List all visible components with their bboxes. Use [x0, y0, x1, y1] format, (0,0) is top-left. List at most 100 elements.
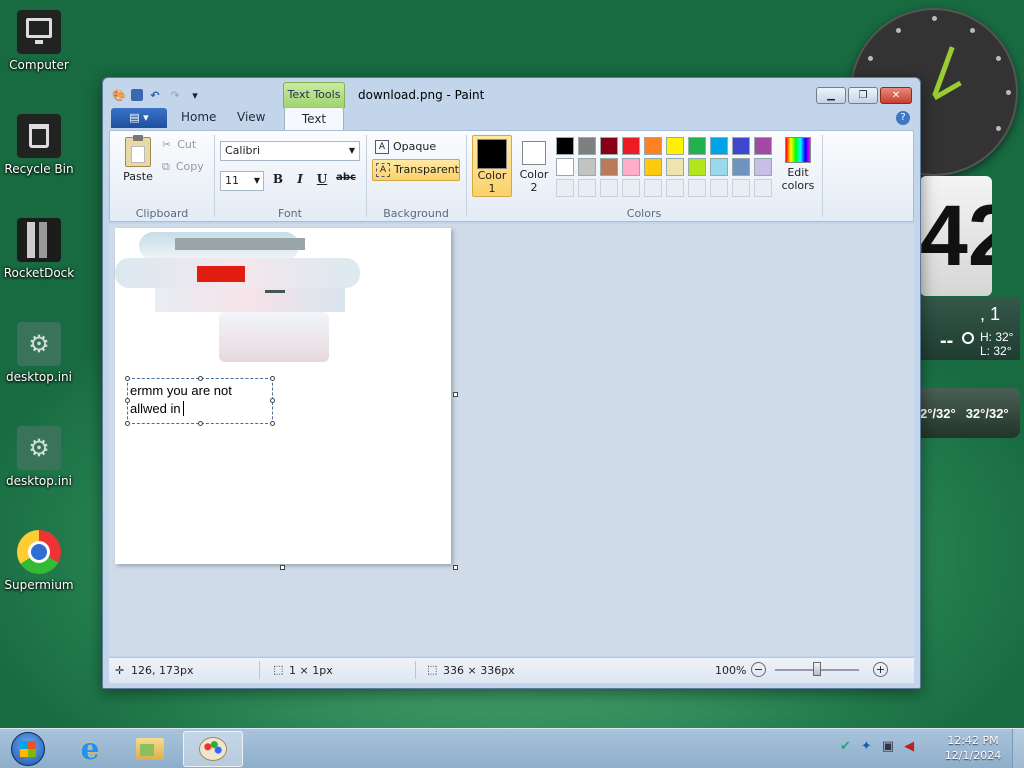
redo-icon[interactable]: ↷: [167, 87, 183, 103]
color-swatch[interactable]: [600, 137, 618, 155]
taskbar-internet-explorer[interactable]: e: [62, 731, 118, 767]
save-icon[interactable]: [131, 89, 143, 101]
custom-color-slot[interactable]: [710, 179, 728, 197]
font-size-dropdown[interactable]: 11 ▼: [220, 171, 264, 191]
undo-icon[interactable]: ↶: [147, 87, 163, 103]
edit-colors-button[interactable]: Edit colors: [778, 137, 818, 192]
paint-window[interactable]: 🎨 ↶ ↷ ▾ Text Tools download.png - Paint …: [102, 77, 921, 689]
custom-color-slot[interactable]: [622, 179, 640, 197]
help-icon[interactable]: ?: [896, 111, 910, 125]
canvas-resize-handle-bottom[interactable]: [280, 565, 285, 570]
italic-button[interactable]: I: [290, 172, 310, 190]
color-swatch[interactable]: [732, 158, 750, 176]
color2-button[interactable]: Color 2: [516, 135, 552, 197]
tab-view[interactable]: View: [237, 110, 265, 124]
underline-button[interactable]: U: [312, 172, 332, 190]
desktop-icon-computer[interactable]: Computer: [0, 10, 79, 72]
color-swatch[interactable]: [688, 137, 706, 155]
desktop-icon-desktop-ini-2[interactable]: ⚙ desktop.ini: [0, 426, 79, 488]
color-swatch[interactable]: [754, 137, 772, 155]
file-menu-button[interactable]: ▤ ▾: [111, 108, 167, 128]
security-center-icon[interactable]: ✔: [840, 739, 851, 754]
bluetooth-icon[interactable]: ✦: [861, 739, 872, 754]
color-swatch[interactable]: [732, 137, 750, 155]
resize-handle[interactable]: [198, 421, 203, 426]
color-swatch[interactable]: [578, 137, 596, 155]
resize-handle[interactable]: [198, 376, 203, 381]
custom-color-slot[interactable]: [732, 179, 750, 197]
color-swatch[interactable]: [710, 137, 728, 155]
resize-handle[interactable]: [270, 376, 275, 381]
canvas-resize-handle-right[interactable]: [453, 392, 458, 397]
color-swatch[interactable]: [556, 158, 574, 176]
text-box[interactable]: ermm you are not allwed in: [125, 376, 275, 426]
color-swatch[interactable]: [622, 137, 640, 155]
color-swatch[interactable]: [688, 158, 706, 176]
paste-icon: [125, 135, 151, 167]
color-swatch[interactable]: [578, 158, 596, 176]
color-swatch[interactable]: [556, 137, 574, 155]
color-swatch[interactable]: [666, 137, 684, 155]
transparent-button[interactable]: A Transparent: [372, 159, 460, 181]
close-button[interactable]: ✕: [880, 87, 912, 104]
custom-color-slot[interactable]: [556, 179, 574, 197]
weather-gadget[interactable]: , 1 -- H: 32° L: 32°: [920, 298, 1020, 360]
paint-icon: [199, 737, 227, 761]
resize-handle[interactable]: [125, 376, 130, 381]
color-swatch[interactable]: [666, 158, 684, 176]
desktop-icon-supermium[interactable]: Supermium: [0, 530, 79, 592]
custom-color-slot[interactable]: [754, 179, 772, 197]
volume-muted-icon[interactable]: ◀: [904, 739, 914, 754]
weather-condition-icon: [962, 332, 974, 344]
custom-color-slot[interactable]: [578, 179, 596, 197]
color-swatch[interactable]: [644, 158, 662, 176]
color-swatch[interactable]: [644, 137, 662, 155]
desktop-icon-rocketdock[interactable]: RocketDock: [0, 218, 79, 280]
custom-color-slot[interactable]: [666, 179, 684, 197]
font-family-dropdown[interactable]: Calibri ▼: [220, 141, 360, 161]
color-swatch[interactable]: [710, 158, 728, 176]
show-desktop-button[interactable]: [1012, 729, 1024, 768]
maximize-button[interactable]: ❐: [848, 87, 878, 104]
resize-handle[interactable]: [125, 398, 130, 403]
forecast-gadget[interactable]: 2°/32° 32°/32°: [920, 388, 1020, 438]
start-button[interactable]: [0, 731, 56, 767]
zoom-out-button[interactable]: −: [751, 662, 766, 677]
strikethrough-button[interactable]: abc: [334, 172, 358, 190]
system-clock[interactable]: 12:42 PM 12/1/2024: [940, 734, 1006, 762]
custom-color-slot[interactable]: [600, 179, 618, 197]
paste-button[interactable]: Paste: [118, 135, 158, 183]
tab-text[interactable]: Text: [284, 107, 344, 131]
zoom-in-button[interactable]: +: [873, 662, 888, 677]
resize-handle[interactable]: [270, 421, 275, 426]
color-swatch[interactable]: [622, 158, 640, 176]
canvas-area[interactable]: ermm you are not allwed in: [109, 224, 914, 656]
title-bar[interactable]: 🎨 ↶ ↷ ▾ Text Tools download.png - Paint …: [103, 78, 920, 108]
tab-home[interactable]: Home: [181, 110, 216, 124]
color-swatch[interactable]: [754, 158, 772, 176]
canvas-resize-handle-corner[interactable]: [453, 565, 458, 570]
copy-label: Copy: [175, 160, 204, 173]
image-canvas[interactable]: ermm you are not allwed in: [115, 228, 451, 564]
minimize-button[interactable]: ▁: [816, 87, 846, 104]
copy-button[interactable]: ⧉ Copy: [162, 160, 204, 174]
bold-button[interactable]: B: [268, 172, 288, 190]
zoom-slider-thumb[interactable]: [813, 662, 821, 676]
resize-handle[interactable]: [270, 398, 275, 403]
resize-handle[interactable]: [125, 421, 130, 426]
cut-button[interactable]: ✂ Cut: [162, 138, 196, 151]
desktop-icon-desktop-ini-1[interactable]: ⚙ desktop.ini: [0, 322, 79, 384]
custom-color-slot[interactable]: [688, 179, 706, 197]
taskbar-file-explorer[interactable]: [122, 731, 178, 767]
paint-app-icon[interactable]: 🎨: [111, 87, 127, 103]
window-title: download.png - Paint: [358, 88, 485, 102]
color1-button[interactable]: Color 1: [472, 135, 512, 197]
custom-color-slot[interactable]: [644, 179, 662, 197]
network-icon[interactable]: ▣: [882, 739, 894, 754]
desktop-icon-label: Recycle Bin: [4, 162, 74, 176]
opaque-button[interactable]: A Opaque: [372, 137, 460, 157]
taskbar-paint[interactable]: [183, 731, 243, 767]
color-swatch[interactable]: [600, 158, 618, 176]
desktop-icon-recycle-bin[interactable]: Recycle Bin: [0, 114, 79, 176]
customize-toolbar-icon[interactable]: ▾: [187, 87, 203, 103]
